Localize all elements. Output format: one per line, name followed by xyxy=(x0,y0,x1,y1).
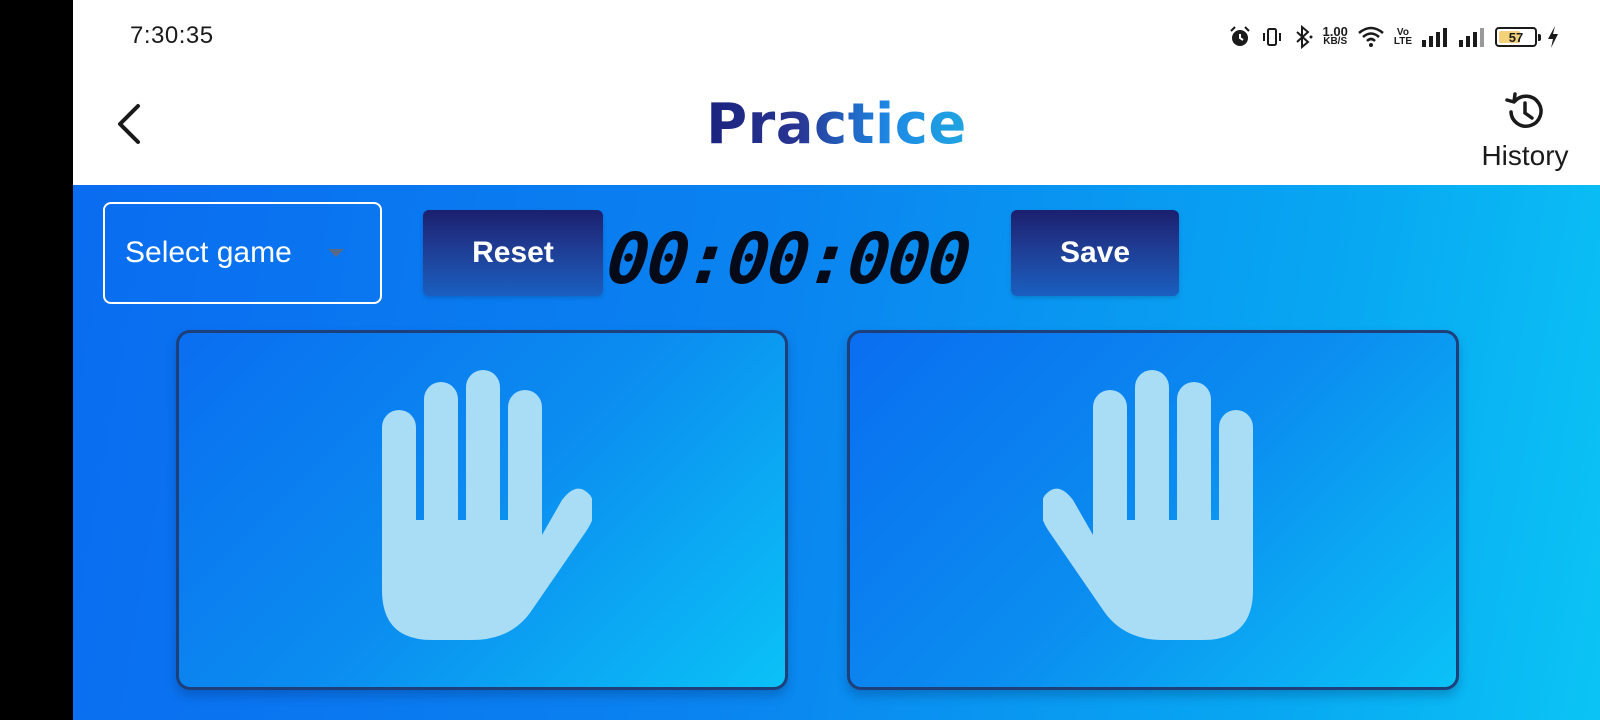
alarm-icon xyxy=(1229,26,1250,46)
status-icons: 1.00 KB/S Vo LTE 57 xyxy=(1228,22,1560,52)
history-button[interactable]: History xyxy=(1470,90,1580,172)
timer-display: 00:00:000 xyxy=(603,218,973,300)
app-bar: Practice History xyxy=(73,72,1600,185)
hand-icon xyxy=(1043,370,1253,640)
net-speed-unit: KB/S xyxy=(1323,36,1348,47)
signal-icon xyxy=(1422,28,1447,47)
vibrate-icon xyxy=(1262,28,1281,46)
reset-button[interactable]: Reset xyxy=(423,210,603,296)
practice-area: Select game Reset 00:00:000 Save xyxy=(73,185,1600,720)
charging-icon xyxy=(1548,26,1558,48)
bluetooth-icon xyxy=(1295,25,1313,49)
select-game-label: Select game xyxy=(125,236,292,269)
status-time: 7:30:35 xyxy=(130,22,214,49)
save-button[interactable]: Save xyxy=(1011,210,1179,296)
volte-indicator: Vo LTE xyxy=(1393,28,1412,47)
volte-bottom: LTE xyxy=(1393,36,1412,47)
page-title-text: Practice xyxy=(706,92,967,157)
app-screen: 7:30:35 1.00 KB/S Vo LTE 57 Practice His… xyxy=(73,0,1600,720)
status-bar: 7:30:35 1.00 KB/S Vo LTE 57 xyxy=(73,0,1600,72)
battery-percent: 57 xyxy=(1508,29,1524,45)
right-hand-pad[interactable] xyxy=(847,330,1459,690)
select-game-dropdown[interactable]: Select game xyxy=(103,202,382,304)
history-icon xyxy=(1505,92,1543,128)
page-title: Practice xyxy=(73,92,1600,157)
hand-icon xyxy=(382,370,592,640)
battery-indicator: 57 xyxy=(1495,27,1541,47)
wifi-icon xyxy=(1358,26,1384,47)
net-speed: 1.00 KB/S xyxy=(1323,25,1348,47)
history-label: History xyxy=(1481,140,1569,171)
chevron-down-icon xyxy=(328,249,344,257)
signal-icon-2 xyxy=(1459,28,1484,47)
left-hand-pad[interactable] xyxy=(176,330,788,690)
